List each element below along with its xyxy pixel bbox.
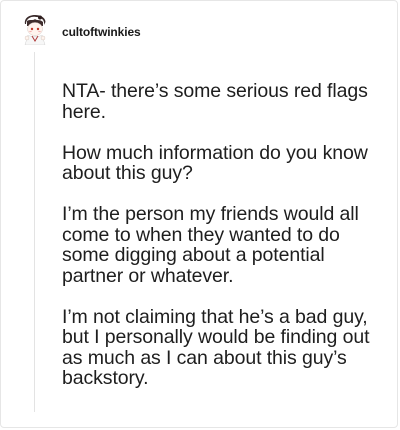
post-body: NTA- there’s some serious red flags here… — [62, 81, 382, 409]
post-paragraph: NTA- there’s some serious red flags here… — [62, 80, 368, 123]
avatar[interactable] — [20, 15, 50, 46]
anime-character-avatar-icon — [24, 15, 46, 46]
post-paragraph: How much information do you know about t… — [62, 141, 368, 184]
post-paragraph: I’m the person my friends would all come… — [62, 203, 359, 287]
post-paragraph: I’m not claiming that he’s a bad guy, bu… — [62, 305, 370, 389]
username-link[interactable]: cultoftwinkies — [62, 25, 141, 39]
thread-line — [34, 52, 35, 412]
